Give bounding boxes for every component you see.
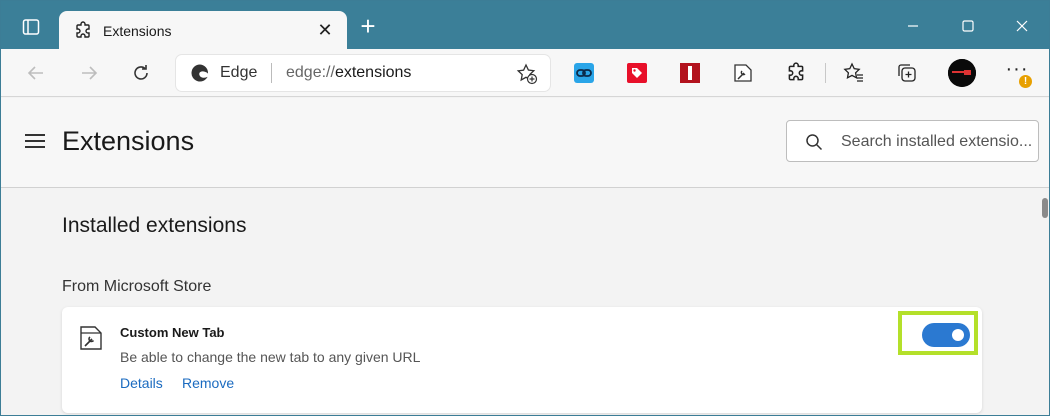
tag-extension-icon — [627, 63, 647, 83]
url-protocol: edge:// — [286, 64, 335, 81]
tab-extensions[interactable]: Extensions ✕ — [59, 11, 347, 49]
close-icon — [1016, 20, 1028, 32]
link-extension-icon — [574, 63, 594, 83]
forward-button[interactable] — [75, 59, 103, 87]
puzzle-icon — [76, 21, 90, 38]
arrow-right-icon — [82, 66, 98, 80]
vertical-scrollbar[interactable] — [1042, 198, 1048, 218]
red-bar-extension-button[interactable] — [678, 61, 702, 85]
new-tab-button[interactable]: + — [356, 13, 380, 39]
add-favorite-icon[interactable] — [516, 63, 538, 85]
site-identity-label: Edge — [220, 64, 258, 81]
page-title: Extensions — [62, 126, 195, 156]
custom-new-tab-icon — [80, 326, 102, 350]
extension-card: Custom New Tab Be able to change the new… — [62, 307, 982, 413]
url-text: edge://extensions — [286, 64, 411, 82]
tab-close-icon[interactable]: ✕ — [315, 20, 335, 40]
details-link[interactable]: Details — [120, 375, 163, 391]
extension-description: Be able to change the new tab to any giv… — [120, 349, 421, 365]
close-window-button[interactable] — [1007, 13, 1037, 39]
toolbar-divider — [825, 63, 826, 83]
refresh-icon — [134, 65, 148, 80]
omnibox-divider — [271, 63, 272, 83]
collections-button[interactable] — [895, 61, 919, 85]
address-bar[interactable]: Edge edge://extensions — [176, 55, 550, 91]
main-content: Installed extensions From Microsoft Stor… — [1, 189, 1049, 415]
address-toolbar: Edge edge://extensions ··· ! — [1, 49, 1049, 97]
remove-link[interactable]: Remove — [182, 375, 234, 391]
url-path: extensions — [334, 64, 412, 81]
tab-actions-button[interactable] — [17, 13, 45, 41]
favorites-button[interactable] — [842, 61, 866, 85]
minimize-icon — [908, 25, 918, 27]
search-box[interactable] — [786, 120, 1039, 162]
arrow-left-icon — [27, 66, 43, 80]
section-title: Installed extensions — [62, 214, 247, 237]
tab-title: Extensions — [103, 23, 172, 39]
toggle-knob — [952, 329, 964, 341]
search-input[interactable] — [841, 131, 1035, 153]
extensions-puzzle-icon — [788, 62, 804, 81]
browser-window: Extensions ✕ + Edge edge://extensions ··… — [0, 0, 1050, 416]
tab-actions-icon — [22, 19, 40, 35]
tag-extension-button[interactable] — [625, 61, 649, 85]
edge-logo-icon — [191, 64, 209, 82]
extension-enable-toggle[interactable] — [922, 323, 970, 347]
extensions-button[interactable] — [784, 61, 808, 85]
avatar-icon — [948, 59, 976, 87]
search-icon — [806, 134, 823, 151]
profile-avatar[interactable] — [948, 59, 976, 87]
minimize-button[interactable] — [898, 13, 928, 39]
link-extension-button[interactable] — [572, 61, 596, 85]
maximize-icon — [962, 20, 974, 32]
red-bar-extension-icon — [680, 63, 700, 83]
refresh-button[interactable] — [127, 59, 155, 87]
menu-hamburger-icon[interactable] — [25, 134, 45, 150]
custom-new-tab-extension-button[interactable] — [731, 61, 755, 85]
warning-badge-icon: ! — [1019, 75, 1032, 88]
favorites-star-icon — [843, 62, 863, 82]
back-button[interactable] — [22, 59, 50, 87]
extension-name: Custom New Tab — [120, 325, 225, 340]
title-bar: Extensions ✕ + — [1, 1, 1049, 49]
custom-new-tab-extension-icon — [734, 64, 752, 82]
collections-icon — [898, 64, 916, 82]
maximize-button[interactable] — [953, 13, 983, 39]
source-label: From Microsoft Store — [62, 278, 212, 295]
page-header: Extensions — [1, 98, 1049, 188]
